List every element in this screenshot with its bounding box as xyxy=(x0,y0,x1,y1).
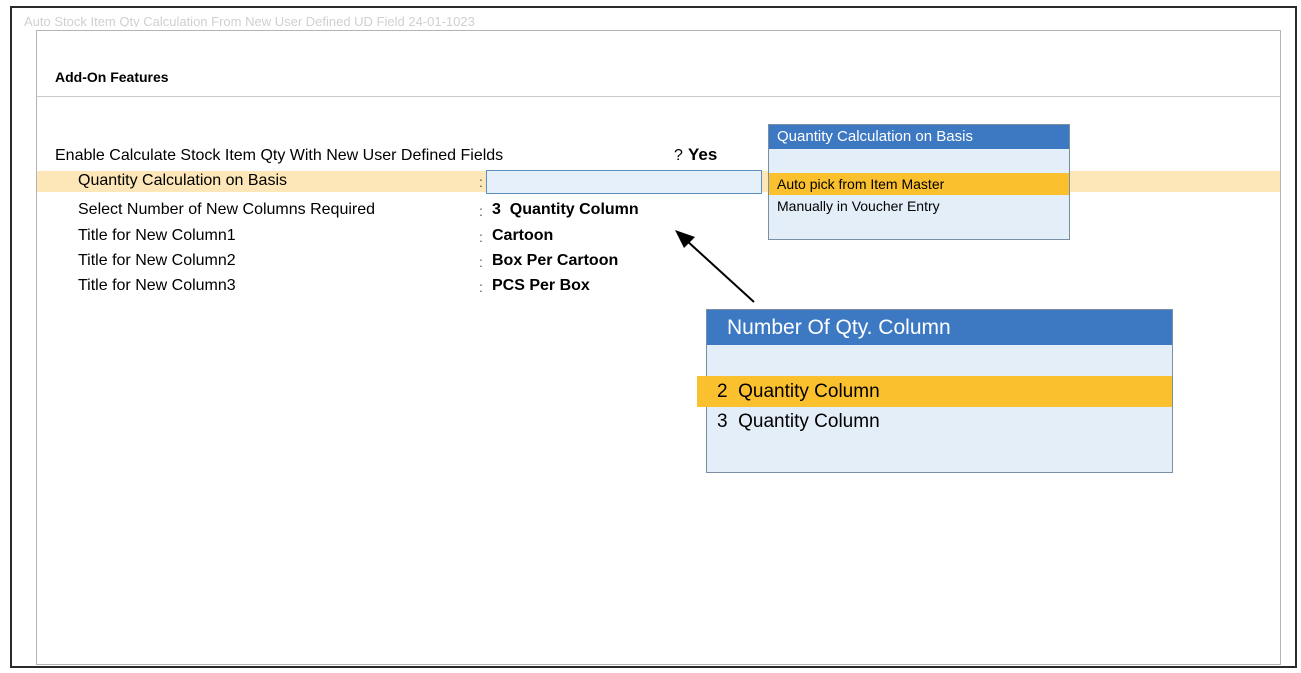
annotation-arrow-icon xyxy=(675,230,755,303)
